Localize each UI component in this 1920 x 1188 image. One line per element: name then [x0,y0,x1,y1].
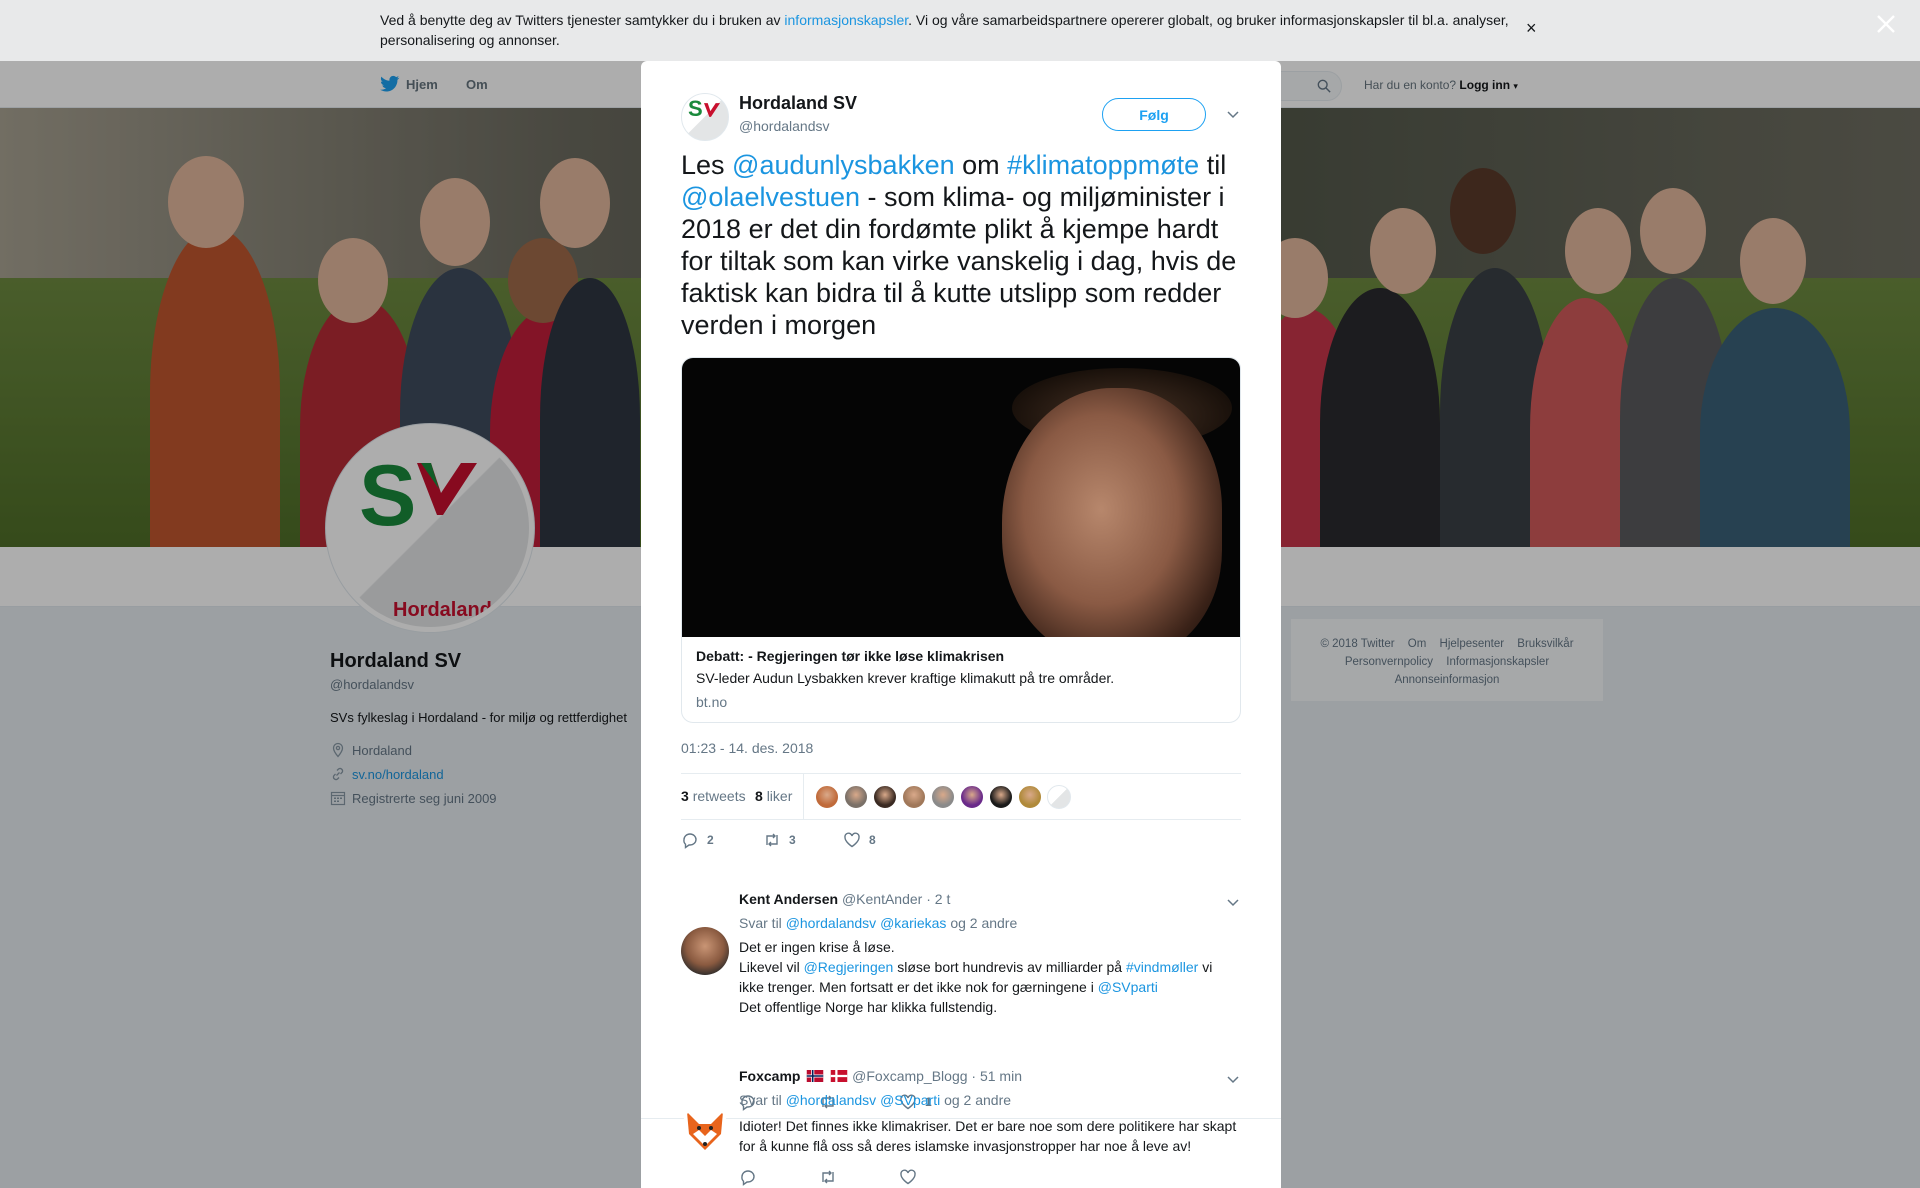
liker-avatar[interactable] [902,785,926,809]
cookie-close-button[interactable]: × [1526,18,1537,39]
retweet-icon [766,833,778,847]
follow-button[interactable]: Følg [1102,98,1206,131]
liker-avatar[interactable] [1047,785,1071,809]
tweet-author-handle[interactable]: @hordalandsv [739,118,830,134]
reply-tweet[interactable]: Foxcamp @Foxcamp_Blogg · 51 min Svar til… [641,1068,1281,1188]
reply-context: Svar til @hordalandsv @kariekas og 2 and… [739,915,1018,931]
reply-time[interactable]: · 2 t [926,891,950,907]
reply-context: Svar til @hordalandsv @SVparti og 2 andr… [739,1092,1012,1108]
link-preview-card[interactable]: Debatt: - Regjeringen tør ikke løse klim… [681,357,1241,723]
liker-avatar[interactable] [989,785,1013,809]
tweet-author-name[interactable]: Hordaland SV [739,93,857,114]
tweet-actions: 2 3 8 [681,831,981,851]
mention-link[interactable]: @hordalandsv [786,915,877,931]
sv-logo-v-icon [704,103,720,117]
mention-link[interactable]: @SVparti [880,1092,940,1108]
reply-time[interactable]: · 51 min [971,1068,1022,1084]
liker-avatar[interactable] [815,785,839,809]
mention-link[interactable]: @kariekas [880,915,946,931]
reply-icon [741,1170,755,1186]
reply-text: Det er ingen krise å løse. Likevel vil @… [739,939,1213,1015]
reply-author-name[interactable]: Foxcamp [739,1068,800,1084]
liker-avatar[interactable] [960,785,984,809]
mention-link[interactable]: @SVparti [1098,979,1158,995]
chevron-down-icon[interactable] [1226,107,1240,121]
reply-action[interactable] [739,1168,757,1186]
mention-link[interactable]: @hordalandsv [786,1092,877,1108]
liker-avatar[interactable] [844,785,868,809]
heart-icon [900,1169,916,1185]
cookie-policy-link[interactable]: informasjonskapsler [784,12,908,28]
card-domain: bt.no [696,694,728,710]
retweet-icon [822,1170,834,1184]
likes-stat[interactable]: 8 liker [755,788,792,804]
reply-icon [683,833,697,849]
liker-avatars [815,785,1071,809]
retweet-action[interactable] [819,1168,837,1186]
cookie-text: Ved å benytte deg av Twitters tjenester … [380,12,1509,48]
mention-link[interactable]: @olaelvestuen [681,182,860,212]
tweet-text: Les @audunlysbakken om #klimatoppmøte ti… [681,150,1237,340]
retweets-stat[interactable]: 3 retweets [681,788,746,804]
close-icon[interactable] [1872,10,1900,38]
mention-link[interactable]: @Regjeringen [804,959,894,975]
heart-icon [844,832,860,848]
liker-avatar[interactable] [931,785,955,809]
hashtag-link[interactable]: #vindmøller [1126,959,1198,975]
tweet-author-avatar[interactable]: S [681,93,729,141]
chevron-down-icon[interactable] [1226,895,1240,909]
liker-avatar[interactable] [873,785,897,809]
norway-flag-icon [807,1070,824,1082]
mention-link[interactable]: @audunlysbakken [732,150,955,180]
reply-author-avatar[interactable] [681,1106,729,1154]
reply-author-handle[interactable]: @KentAnder [842,891,922,907]
tweet-permalink-modal: S Hordaland SV @hordalandsv Følg Les @au… [641,61,1281,1188]
card-description: SV-leder Audun Lysbakken krever kraftige… [696,670,1115,686]
reply-text: Idioter! Det finnes ikke klimakriser. De… [739,1118,1237,1154]
retweet-action[interactable]: 3 [763,831,796,849]
card-title: Debatt: - Regjeringen tør ikke løse klim… [696,648,1005,664]
tweet-stats: 3 retweets 8 liker [681,773,1241,820]
hashtag-link[interactable]: #klimatoppmøte [1007,150,1199,180]
liker-avatar[interactable] [1018,785,1042,809]
reply-action[interactable]: 2 [681,831,714,849]
reply-header: Foxcamp @Foxcamp_Blogg · 51 min [739,1068,1022,1084]
reply-author-avatar[interactable] [681,927,729,975]
like-action[interactable]: 8 [843,831,876,849]
fox-icon [687,1112,723,1150]
denmark-flag-icon [831,1070,848,1082]
reply-actions [739,1168,1039,1188]
tweet-timestamp[interactable]: 01:23 - 14. des. 2018 [681,740,813,756]
cookie-consent-bar: Ved å benytte deg av Twitters tjenester … [0,0,1920,61]
reply-author-handle[interactable]: @Foxcamp_Blogg [852,1068,967,1084]
reply-author-name[interactable]: Kent Andersen [739,891,838,907]
like-action[interactable] [899,1168,917,1186]
reply-header: Kent Andersen @KentAnder · 2 t [739,891,950,907]
card-image [682,358,1240,637]
chevron-down-icon[interactable] [1226,1072,1240,1086]
